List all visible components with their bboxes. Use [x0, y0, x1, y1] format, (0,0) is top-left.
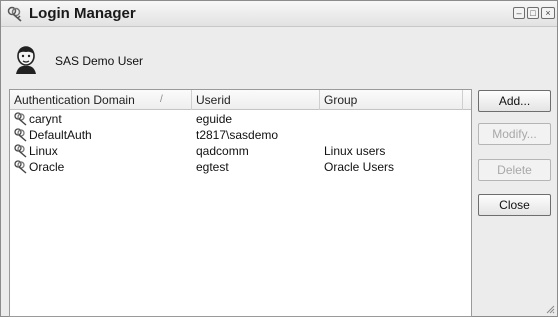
domain-cell: DefaultAuth	[14, 127, 190, 143]
maximize-button[interactable]: □	[527, 7, 539, 19]
delete-button[interactable]: Delete	[478, 159, 551, 181]
domain-label: Linux	[29, 144, 58, 158]
userid-cell: qadcomm	[196, 144, 249, 158]
userid-cell: t2817\sasdemo	[196, 128, 279, 142]
table-row[interactable]: carynt eguide	[10, 111, 471, 127]
column-label: Authentication Domain	[14, 93, 135, 107]
keys-icon	[7, 6, 22, 22]
keys-icon	[14, 112, 27, 126]
modify-button[interactable]: Modify...	[478, 123, 551, 145]
userid-cell: egtest	[196, 160, 229, 174]
group-cell: Linux users	[324, 144, 386, 158]
group-cell: Oracle Users	[324, 160, 395, 174]
domain-cell: Oracle	[14, 159, 190, 175]
person-icon	[16, 46, 36, 74]
keys-icon	[14, 128, 27, 142]
close-window-button[interactable]: ×	[541, 7, 555, 19]
domain-cell: carynt	[14, 111, 190, 127]
column-header-userid[interactable]: Userid	[192, 90, 320, 110]
domain-label: carynt	[29, 112, 62, 126]
window-title: Login Manager	[29, 5, 136, 22]
domain-label: DefaultAuth	[29, 128, 92, 142]
column-header-authentication-domain[interactable]: Authentication Domain /	[10, 90, 192, 110]
userid-cell: eguide	[196, 112, 233, 126]
sort-indicator: /	[160, 94, 163, 105]
keys-icon	[14, 160, 27, 174]
list-header: Authentication Domain / Userid Group	[10, 90, 471, 110]
login-list[interactable]: Authentication Domain / Userid Group car…	[9, 89, 472, 317]
close-button[interactable]: Close	[478, 194, 551, 216]
minimize-button[interactable]: –	[513, 7, 525, 19]
group-cell	[324, 127, 464, 143]
domain-label: Oracle	[29, 160, 65, 174]
group-cell	[324, 111, 464, 127]
keys-icon	[14, 144, 27, 158]
user-name: SAS Demo User	[55, 54, 144, 68]
login-manager-window: Login Manager – □ × SAS Demo User Authen…	[0, 0, 558, 317]
resize-grip-icon[interactable]	[545, 304, 555, 314]
table-row[interactable]: DefaultAuth t2817\sasdemo	[10, 127, 471, 143]
table-row[interactable]: Linux qadcomm Linux users	[10, 143, 471, 159]
title-bar[interactable]: Login Manager – □ ×	[1, 1, 557, 27]
column-header-group[interactable]: Group	[320, 90, 463, 110]
domain-cell: Linux	[14, 143, 190, 159]
table-row[interactable]: Oracle egtest Oracle Users	[10, 159, 471, 175]
add-button[interactable]: Add...	[478, 90, 551, 112]
